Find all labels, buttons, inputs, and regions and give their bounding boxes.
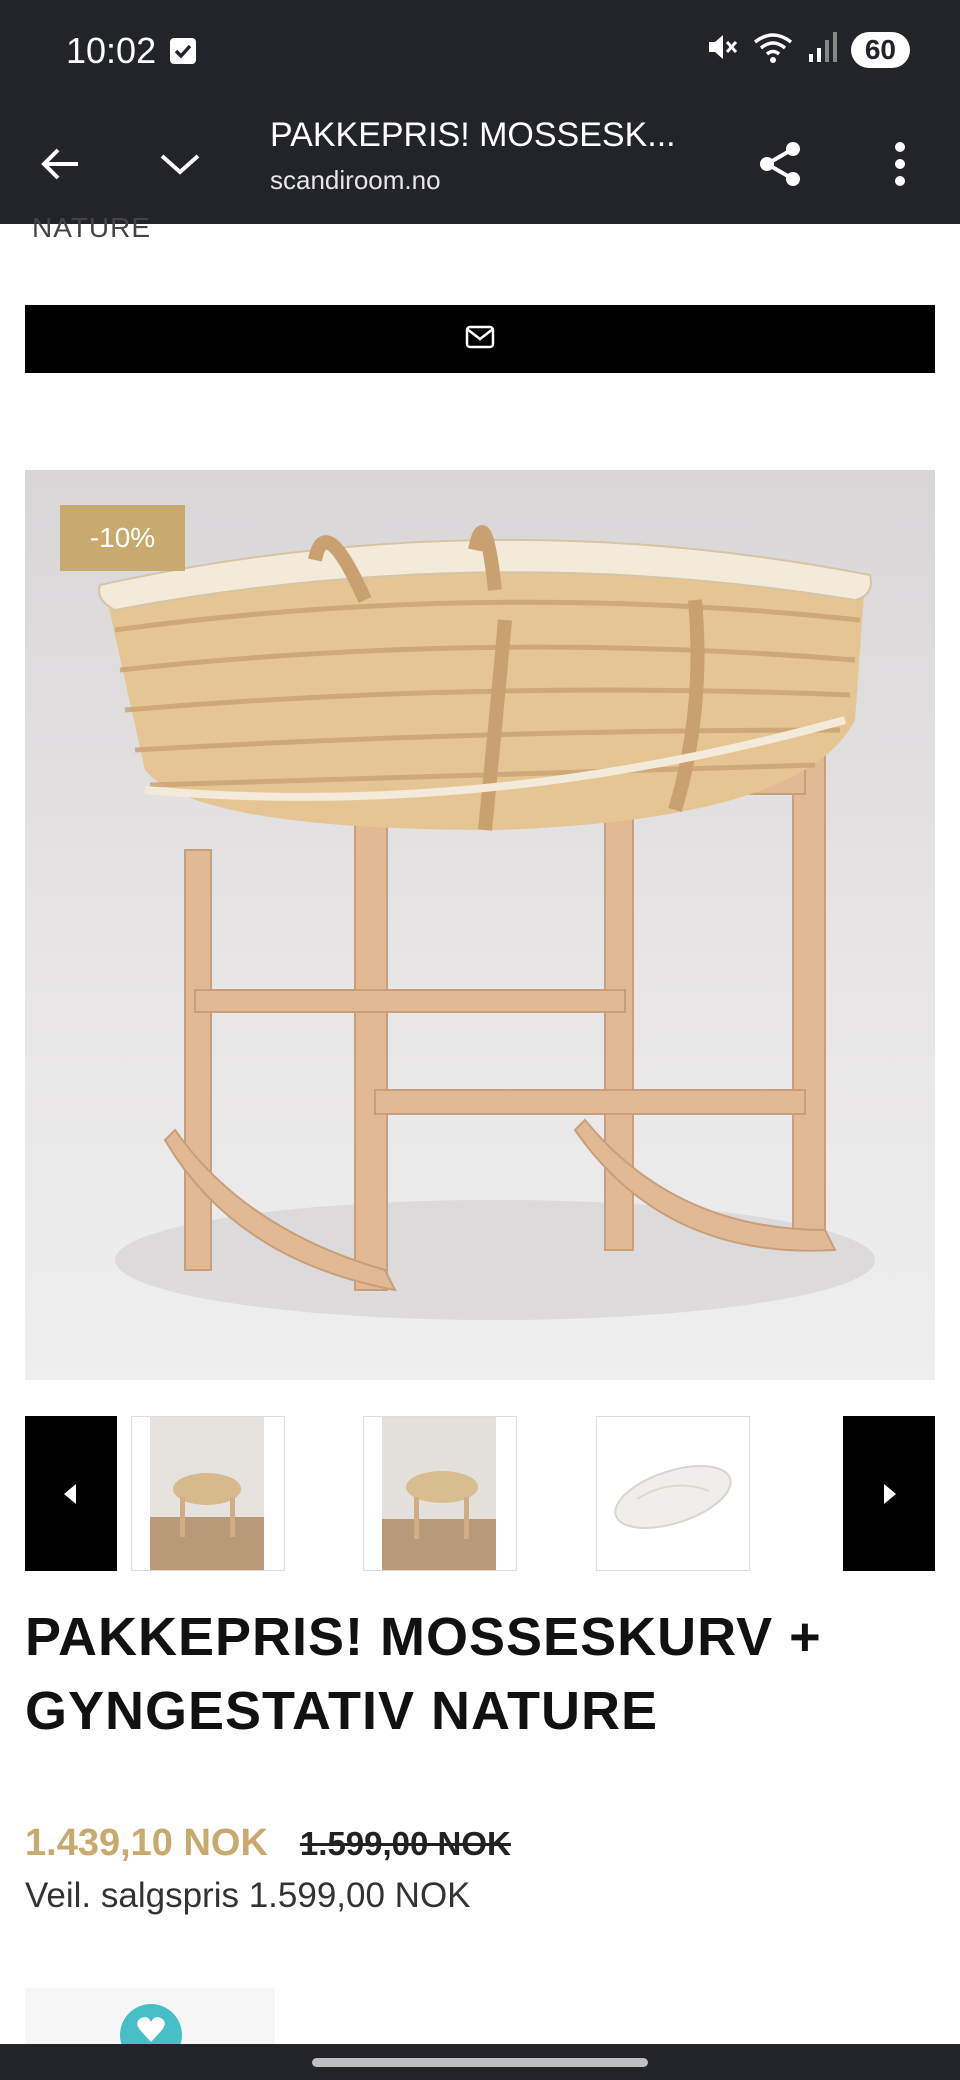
wifi-icon bbox=[753, 30, 793, 69]
status-time: 10:02 bbox=[66, 30, 157, 71]
discount-badge: -10% bbox=[60, 505, 185, 571]
chevron-down-icon[interactable] bbox=[150, 134, 210, 194]
recommended-price: Veil. salgspris 1.599,00 NOK bbox=[25, 1876, 471, 1915]
status-bar: 10:02 60 bbox=[0, 0, 960, 104]
system-nav-bar bbox=[0, 2044, 960, 2080]
share-icon[interactable] bbox=[750, 134, 810, 194]
mail-icon bbox=[465, 325, 495, 354]
product-title: PAKKEPRIS! MOSSESKURV + GYNGESTATIV NATU… bbox=[25, 1607, 822, 1741]
caret-left-icon bbox=[64, 1483, 76, 1504]
mattress-thumb[interactable] bbox=[596, 1416, 750, 1571]
browser-page-title: PAKKEPRIS! MOSSESK... bbox=[270, 116, 676, 154]
wishlist-area bbox=[25, 1988, 275, 2044]
back-arrow-icon[interactable] bbox=[30, 134, 90, 194]
price-row: 1.439,10 NOK 1.599,00 NOK bbox=[25, 1822, 511, 1865]
browser-toolbar: PAKKEPRIS! MOSSESK... scandiroom.no bbox=[0, 104, 960, 224]
sale-price: 1.439,10 NOK bbox=[25, 1822, 268, 1864]
product-image[interactable]: -10% bbox=[25, 470, 935, 1380]
carousel-next-button[interactable] bbox=[843, 1416, 935, 1571]
moses-basket-room-thumb-1[interactable] bbox=[131, 1416, 285, 1571]
cut-heading: NATURE bbox=[32, 212, 152, 243]
mute-icon bbox=[705, 30, 739, 69]
battery-indicator: 60 bbox=[850, 31, 910, 68]
signal-icon bbox=[807, 30, 837, 69]
browser-url: scandiroom.no bbox=[270, 165, 441, 195]
heart-icon[interactable] bbox=[120, 2004, 182, 2044]
caret-right-icon bbox=[884, 1483, 896, 1504]
gesture-handle[interactable] bbox=[312, 2058, 648, 2067]
more-vert-icon[interactable] bbox=[870, 134, 930, 194]
check-notification-icon bbox=[170, 38, 196, 64]
thumbnail-carousel bbox=[25, 1416, 935, 1571]
email-share-button[interactable] bbox=[25, 305, 935, 373]
page-title-block[interactable]: PAKKEPRIS! MOSSESK... scandiroom.no bbox=[270, 114, 690, 196]
carousel-prev-button[interactable] bbox=[25, 1416, 117, 1571]
original-price: 1.599,00 NOK bbox=[299, 1825, 511, 1862]
moses-basket-room-thumb-2[interactable] bbox=[363, 1416, 517, 1571]
